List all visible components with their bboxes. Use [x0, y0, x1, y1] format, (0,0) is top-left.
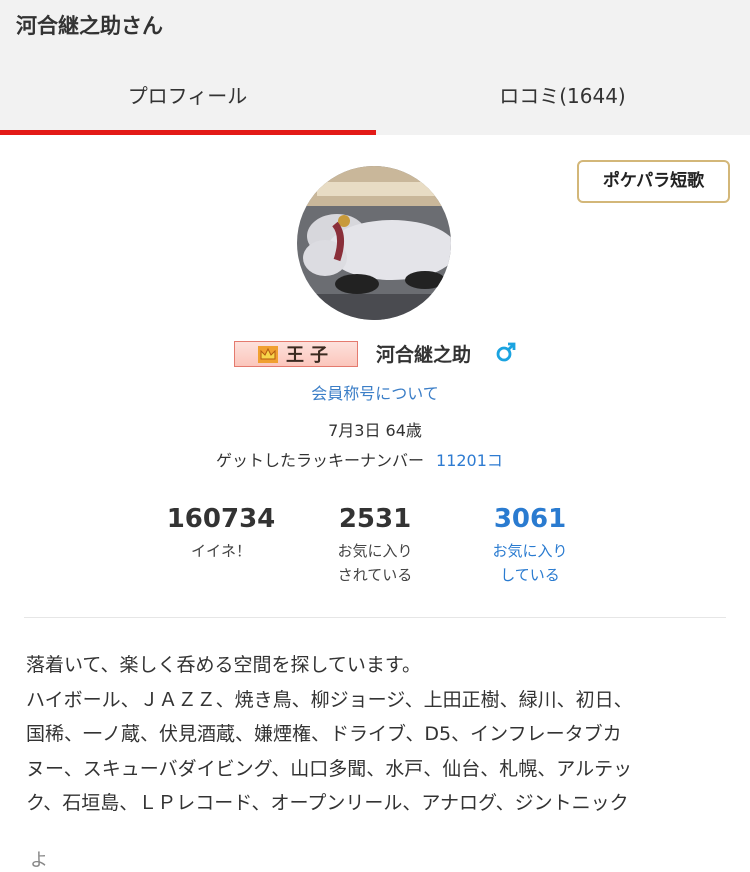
- favorited-by-stat: 2531 お気に入りされている: [295, 503, 455, 587]
- badge-label: 王子: [286, 345, 334, 366]
- tab-profile[interactable]: プロフィール: [0, 68, 375, 134]
- favorited-by-label-line2: されている: [337, 566, 413, 584]
- member-title-link[interactable]: 会員称号について: [0, 380, 750, 404]
- favorites-label[interactable]: お気に入り している: [450, 539, 610, 587]
- member-title-badge: 王子: [234, 341, 358, 367]
- username: 河合継之助: [376, 344, 472, 366]
- cutoff-text: よ: [30, 850, 48, 871]
- birthday-age: 7月3日 64歳: [328, 421, 422, 440]
- favorites-stat[interactable]: 3061 お気に入りしている: [450, 503, 610, 587]
- favorited-by-label: お気に入りされている: [295, 539, 455, 587]
- favorited-by-label-line1: お気に入り: [337, 542, 413, 560]
- favorites-label-line1: お気に入り: [492, 542, 568, 560]
- likes-label: イイネ！: [190, 542, 251, 560]
- lucky-number-label: ゲットしたラッキーナンバー: [216, 451, 425, 470]
- avatar[interactable]: [297, 166, 451, 320]
- avatar-image: [297, 166, 451, 320]
- header: 河合継之助さん プロフィール ロコミ(1644): [0, 0, 750, 135]
- bio-line: ハイボール、ＪＡＺＺ、焼き鳥、柳ジョージ、上田正樹、緑川、初日、: [26, 688, 633, 711]
- favorited-by-count: 2531: [338, 504, 412, 534]
- bio-line: 落着いて、楽しく呑める空間を探しています。: [26, 654, 422, 676]
- lucky-number-value[interactable]: 11201コ: [436, 451, 503, 470]
- favorites-label-line2: している: [500, 566, 560, 584]
- likes-count: 160734: [166, 504, 276, 534]
- divider: [24, 617, 726, 618]
- lucky-number: ゲットしたラッキーナンバー 11201コ: [216, 447, 503, 471]
- likes-stat: 160734 イイネ！: [141, 503, 301, 563]
- bio-line: 国稀、一ノ蔵、伏見酒蔵、嫌煙権、ドライブ、D5、インフレータブカ: [26, 723, 622, 745]
- page-title: 河合継之助さん: [16, 14, 163, 38]
- favorites-count[interactable]: 3061: [450, 503, 610, 535]
- tanka-button[interactable]: ポケパラ短歌: [577, 160, 730, 203]
- bio-line: ヌー、スキューバダイビング、山口多聞、水戸、仙台、札幌、アルテッ: [26, 757, 633, 780]
- profile-bio: 落着いて、楽しく呑める空間を探しています。 ハイボール、ＪＡＺＺ、焼き鳥、柳ジョ…: [26, 648, 726, 821]
- active-tab-indicator: [0, 130, 376, 135]
- tab-reviews[interactable]: ロコミ(1644): [375, 68, 750, 134]
- crown-icon: [258, 345, 278, 363]
- bio-line: ク、石垣島、ＬＰレコード、オープンリール、アナログ、ジントニック: [26, 792, 629, 814]
- male-icon: [496, 342, 516, 362]
